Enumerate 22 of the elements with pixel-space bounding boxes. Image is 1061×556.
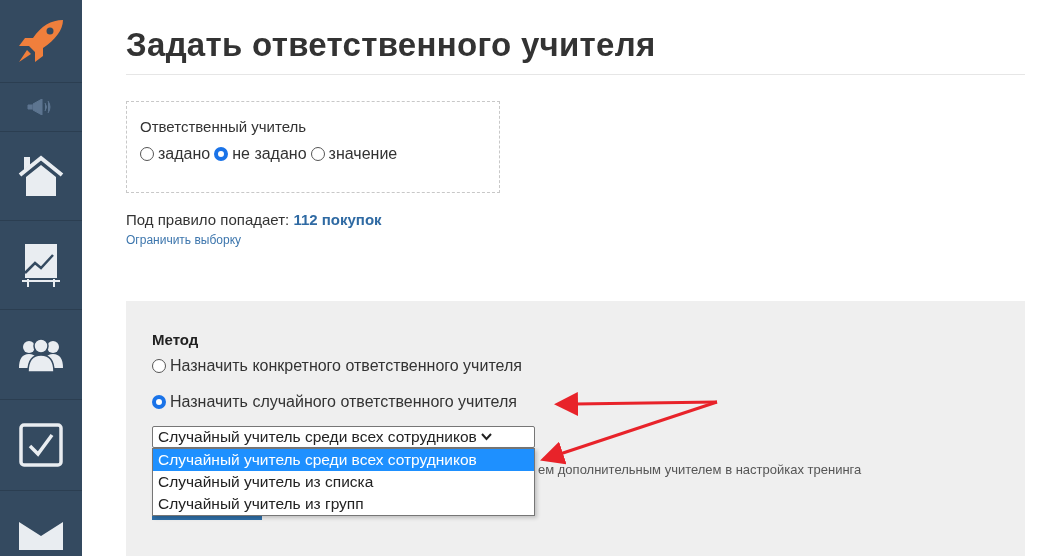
count-link[interactable]: 112 покупок — [293, 211, 382, 228]
dropdown-option[interactable]: Случайный учитель из групп — [153, 493, 534, 515]
limit-link[interactable]: Ограничить выборку — [126, 233, 242, 247]
people-icon — [19, 337, 63, 372]
filter-label: Ответственный учитель — [140, 118, 308, 135]
method-heading: Метод — [152, 331, 199, 348]
checkbox-icon — [19, 423, 63, 467]
match-summary: Под правило попадает: 112 покупок — [126, 211, 383, 228]
radio-option[interactable]: не задано — [214, 145, 307, 163]
rocket-icon — [17, 18, 65, 64]
radio-option[interactable]: Назначить случайного ответственного учителя — [152, 393, 517, 411]
dropdown-option[interactable]: Случайный учитель из списка — [153, 471, 534, 493]
chart-icon — [22, 243, 60, 287]
radio-option[interactable]: задано — [140, 145, 211, 163]
hint-text: ем дополнительным учителем в настройках тренинга — [538, 462, 862, 477]
radio-option[interactable]: значение — [310, 145, 398, 163]
radio-option[interactable]: Назначить конкретного ответственного учителя — [152, 357, 522, 375]
method-select[interactable]: Случайный учитель среди всех сотрудников — [152, 426, 535, 448]
chevron-icon — [480, 433, 492, 441]
envelope-icon — [19, 522, 63, 550]
home-icon — [18, 155, 64, 197]
page-title: Задать ответственного учителя — [126, 26, 1025, 75]
